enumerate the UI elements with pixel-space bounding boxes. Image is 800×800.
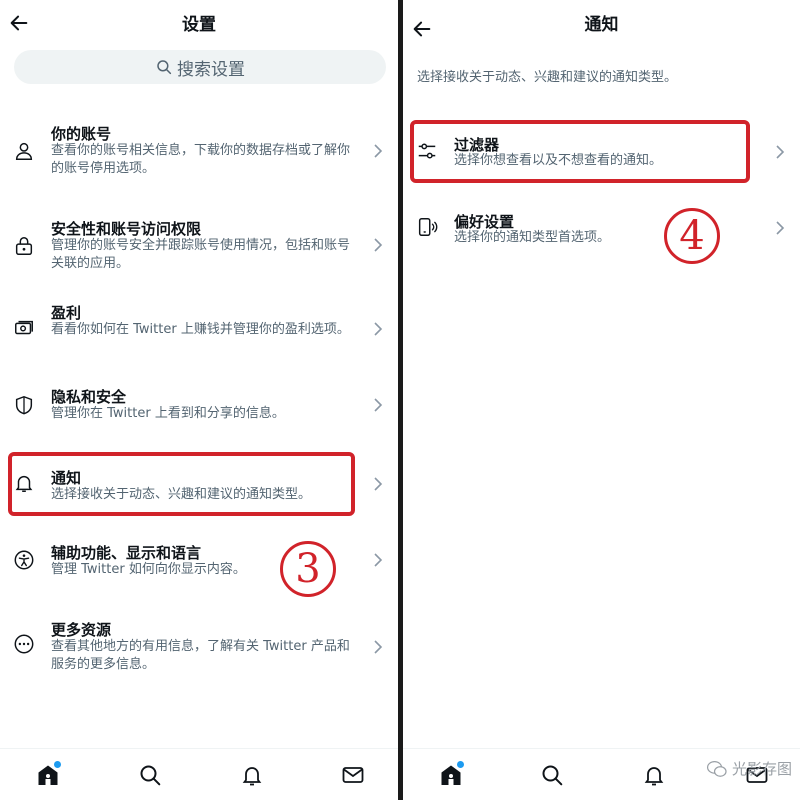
chevron-right-icon [374,640,383,654]
item-title: 安全性和账号访问权限 [51,220,202,238]
search-placeholder: 搜索设置 [177,59,245,80]
highlight-box [410,120,750,183]
step-number-badge: 4 [664,208,720,264]
shield-icon [15,395,33,415]
settings-item-account[interactable]: 你的账号 查看你的账号相关信息，下载你的数据存档或了解你的账号停用选项。 [0,118,398,188]
chevron-right-icon [374,322,383,336]
bell-icon[interactable] [240,763,264,787]
search-icon[interactable] [138,763,162,787]
item-title: 你的账号 [51,125,112,143]
bell-icon[interactable] [642,763,666,787]
chevron-right-icon [374,477,383,491]
notifications-panel: 通知 选择接收关于动态、兴趣和建议的通知类型。 过滤器 选择你想查看以及不想查看… [403,0,800,800]
chevron-right-icon [776,145,785,159]
item-description: 管理你的账号安全并跟踪账号使用情况，包括和账号关联的应用。 [51,238,351,271]
wechat-icon [706,760,727,777]
notification-dot [54,761,61,768]
money-icon [15,320,33,335]
lock-icon [15,237,33,255]
settings-item-more-resources[interactable]: 更多资源 查看其他地方的有用信息，了解有关 Twitter 产品和服务的更多信息… [0,617,398,677]
mail-icon[interactable] [341,763,365,787]
item-title: 盈利 [51,304,82,322]
search-icon[interactable] [540,763,564,787]
highlight-box [8,452,355,516]
watermark: 光影存图 [706,758,792,779]
settings-item-privacy[interactable]: 隐私和安全 管理你在 Twitter 上看到和分享的信息。 [0,386,398,436]
step-number-badge: 3 [280,541,336,597]
chevron-right-icon [776,221,785,235]
item-title: 隐私和安全 [51,388,127,406]
item-description: 查看你的账号相关信息，下载你的数据存档或了解你的账号停用选项。 [51,143,351,176]
chevron-right-icon [374,144,383,158]
more-icon [14,634,34,654]
accessibility-icon [14,550,34,570]
person-icon [15,142,33,160]
chevron-right-icon [374,238,383,252]
settings-item-security[interactable]: 安全性和账号访问权限 管理你的账号安全并跟踪账号使用情况，包括和账号关联的应用。 [0,213,398,283]
settings-item-accessibility[interactable]: 辅助功能、显示和语言 管理 Twitter 如何向你显示内容。 [0,542,398,582]
item-title: 辅助功能、显示和语言 [51,544,202,562]
notification-dot [457,761,464,768]
item-description: 管理你在 Twitter 上看到和分享的信息。 [51,406,285,421]
watermark-text: 光影存图 [731,760,792,778]
search-icon [157,60,172,75]
bottom-tab-bar [0,748,398,800]
page-title: 设置 [182,15,216,35]
item-description: 查看其他地方的有用信息，了解有关 Twitter 产品和服务的更多信息。 [51,639,350,672]
settings-header: 设置 [0,0,398,44]
item-description: 看看你如何在 Twitter 上赚钱并管理你的盈利选项。 [51,322,350,337]
settings-panel: 设置 搜索设置 你的账号 查看你的账号相关信息，下载你的数据存档或了解你的账号停… [0,0,398,800]
search-input[interactable]: 搜索设置 [14,50,386,84]
notifications-item-preferences[interactable]: 偏好设置 选择你的通知类型首选项。 [403,210,800,250]
notifications-header: 通知 [403,0,800,44]
settings-item-monetization[interactable]: 盈利 看看你如何在 Twitter 上赚钱并管理你的盈利选项。 [0,302,398,362]
chevron-right-icon [374,553,383,567]
chevron-right-icon [374,398,383,412]
page-intro: 选择接收关于动态、兴趣和建议的通知类型。 [417,70,678,85]
device-sound-icon [418,218,438,236]
item-title: 更多资源 [51,621,112,639]
page-title: 通知 [584,15,619,35]
